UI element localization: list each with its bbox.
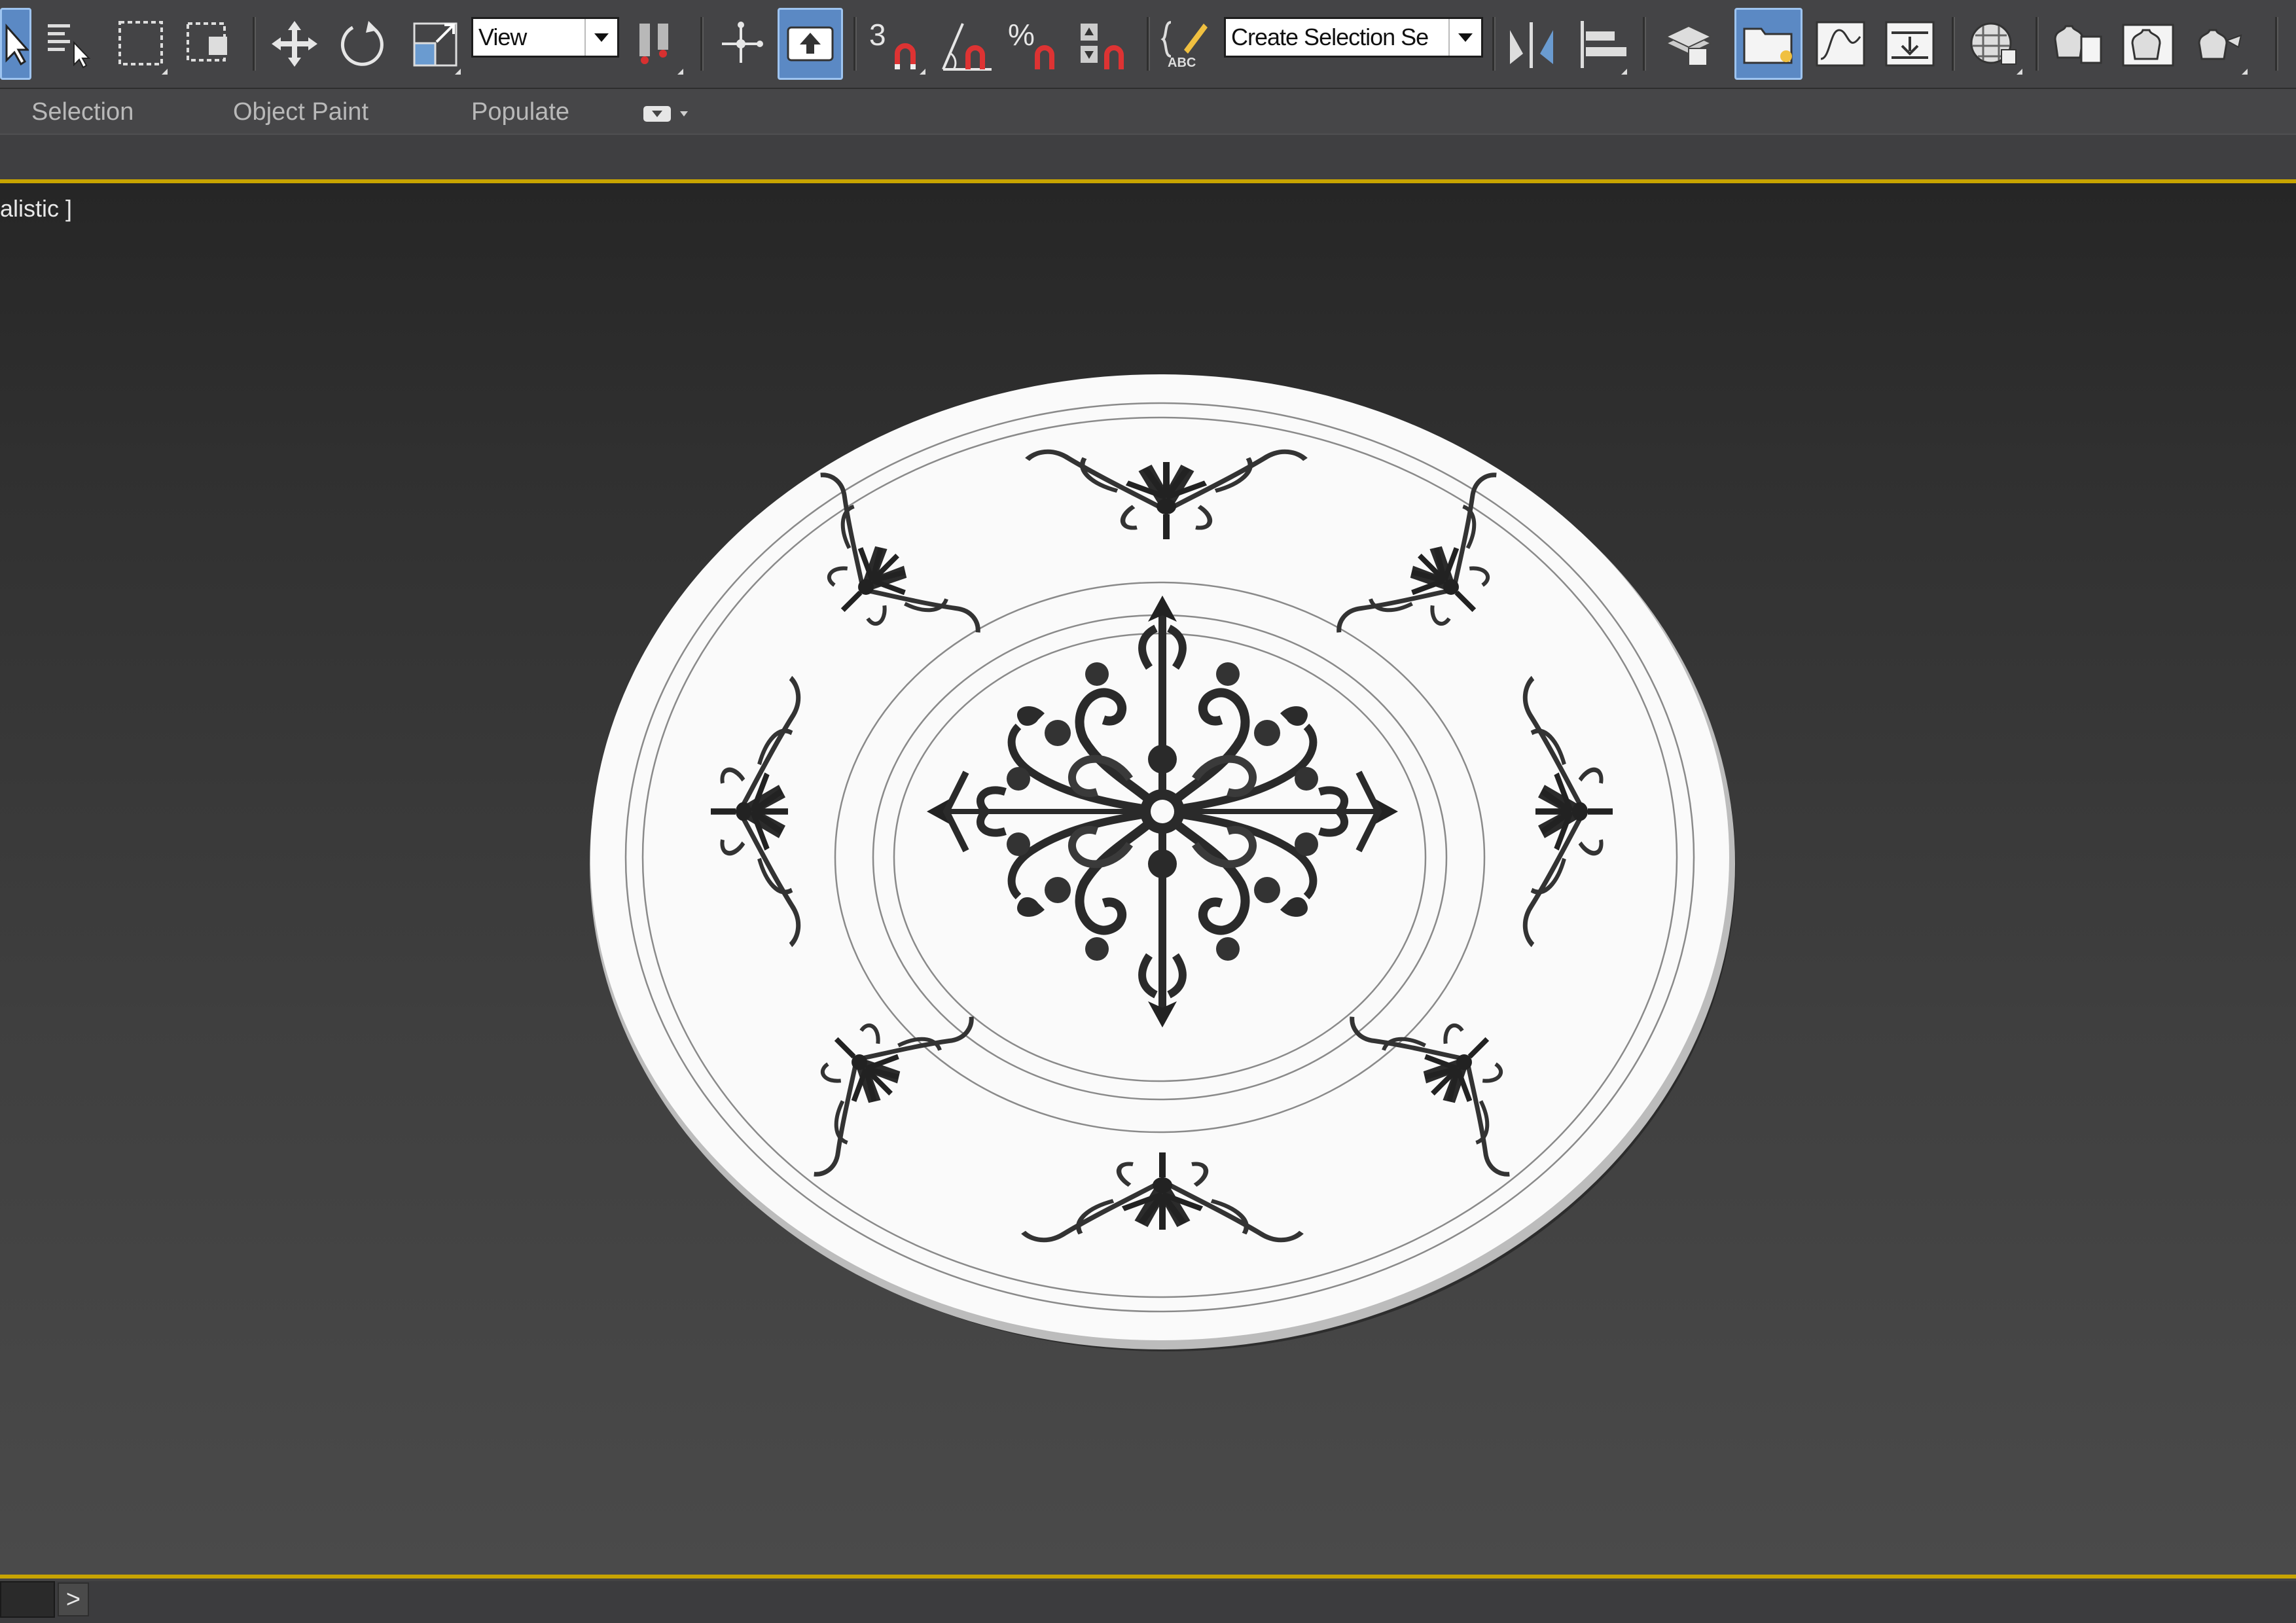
edit-named-selection-sets-button[interactable]: ABC: [1155, 8, 1215, 80]
select-and-scale-button[interactable]: [404, 8, 465, 80]
flyout-indicator: [1621, 69, 1627, 75]
keyboard-shortcut-override-icon: [787, 26, 834, 62]
curve-editor-icon: [1816, 21, 1865, 67]
rectangular-selection-region-button[interactable]: [111, 8, 171, 80]
next-arrow-label: >: [65, 1585, 81, 1613]
perspective-viewport[interactable]: alistic ]: [0, 183, 2296, 1577]
material-editor-button[interactable]: [1961, 8, 2026, 80]
rectangular-selection-region-icon: [118, 21, 163, 65]
flyout-indicator: [455, 69, 461, 75]
select-object-icon: [5, 24, 29, 66]
select-object-button[interactable]: [0, 8, 31, 80]
percent-snap-label: %: [1008, 18, 1035, 52]
toolbar-separator: [853, 17, 857, 71]
render-setup-icon: [2054, 25, 2102, 64]
flyout-indicator: [2017, 69, 2022, 75]
tab-populate[interactable]: Populate: [471, 98, 569, 126]
toolbar-separator: [1492, 17, 1496, 71]
layer-explorer-icon: [1664, 25, 1713, 66]
angle-snap-button[interactable]: [933, 8, 999, 80]
toolbar-separator: [1952, 17, 1955, 71]
select-and-scale-icon: [413, 22, 457, 67]
window-crossing-button[interactable]: [181, 8, 240, 80]
flyout-indicator: [2242, 69, 2248, 75]
curve-editor-button[interactable]: [1809, 8, 1872, 80]
toolbar-separator: [1643, 17, 1646, 71]
select-and-manipulate-icon: [722, 22, 763, 63]
select-and-rotate-icon: [340, 21, 384, 66]
keyboard-shortcut-override-button[interactable]: [778, 8, 843, 80]
tab-selection[interactable]: Selection: [31, 98, 134, 126]
render-production-icon: [2198, 29, 2242, 60]
ribbon-tab-bar: Selection Object Paint Populate: [0, 89, 2296, 134]
rendered-frame-window-icon: [2122, 24, 2174, 67]
use-pivot-point-button[interactable]: [627, 8, 687, 80]
flyout-indicator: [677, 69, 683, 75]
chevron-down-icon[interactable]: [1448, 19, 1481, 56]
render-setup-button[interactable]: [2045, 8, 2110, 80]
toolbar-separator: [2275, 17, 2278, 71]
scene-explorer-icon: [1743, 27, 1793, 64]
toolbar-separator: [2036, 17, 2039, 71]
spinner-snap-button[interactable]: [1072, 8, 1138, 80]
align-icon: [1581, 21, 1626, 68]
ceiling-medallion-model[interactable]: [0, 183, 2296, 1577]
edit-named-sets-label: ABC: [1168, 56, 1196, 70]
render-production-button[interactable]: [2186, 8, 2251, 80]
ribbon-panel: [0, 134, 2296, 179]
toolbar-separator: [253, 17, 256, 71]
spinner-snap-icon: [1081, 24, 1124, 69]
snaps-toggle-button[interactable]: 3: [864, 8, 929, 80]
mirror-button[interactable]: [1501, 8, 1562, 80]
align-button[interactable]: [1571, 8, 1631, 80]
time-slider-bar: >: [0, 1581, 2296, 1623]
rendered-frame-window-button[interactable]: [2115, 8, 2181, 80]
flyout-indicator: [920, 69, 925, 75]
schematic-view-icon: [1885, 21, 1935, 67]
select-by-name-button[interactable]: [41, 8, 99, 80]
material-editor-icon: [1970, 22, 2017, 65]
chevron-down-icon[interactable]: [584, 19, 617, 56]
use-pivot-point-icon: [639, 24, 668, 64]
reference-coordinate-system-dropdown[interactable]: View: [471, 17, 619, 58]
ribbon-toggle-icon: [643, 106, 671, 122]
main-toolbar: View 3 % ABC Create Selection Se: [0, 0, 2296, 89]
maxscript-listener-field[interactable]: [0, 1581, 55, 1618]
tab-object-paint[interactable]: Object Paint: [233, 98, 368, 126]
chevron-down-icon: [680, 111, 688, 116]
select-and-move-button[interactable]: [264, 8, 325, 80]
select-by-name-icon: [48, 24, 91, 69]
select-and-move-icon: [272, 21, 317, 67]
toolbar-separator: [1147, 17, 1150, 71]
scene-explorer-button[interactable]: [1734, 8, 1803, 80]
angle-snap-icon: [942, 23, 992, 71]
viewport-active-border-bottom: [0, 1575, 2296, 1578]
named-selection-sets-dropdown[interactable]: Create Selection Se: [1224, 17, 1483, 58]
snaps-toggle-label: 3: [869, 18, 886, 52]
percent-snap-button[interactable]: %: [1003, 8, 1068, 80]
reference-coordinate-system-value: View: [478, 24, 527, 50]
select-and-rotate-button[interactable]: [332, 8, 393, 80]
named-selection-sets-value: Create Selection Se: [1231, 24, 1429, 50]
schematic-view-button[interactable]: [1878, 8, 1941, 80]
ribbon-options-button[interactable]: [643, 102, 695, 126]
select-and-manipulate-button[interactable]: [711, 8, 771, 80]
layer-explorer-button[interactable]: [1656, 8, 1719, 80]
toolbar-separator: [700, 17, 704, 71]
mirror-icon: [1510, 22, 1553, 68]
flyout-indicator: [162, 69, 168, 75]
time-slider-next-button[interactable]: >: [58, 1582, 89, 1616]
window-crossing-icon: [187, 22, 227, 62]
